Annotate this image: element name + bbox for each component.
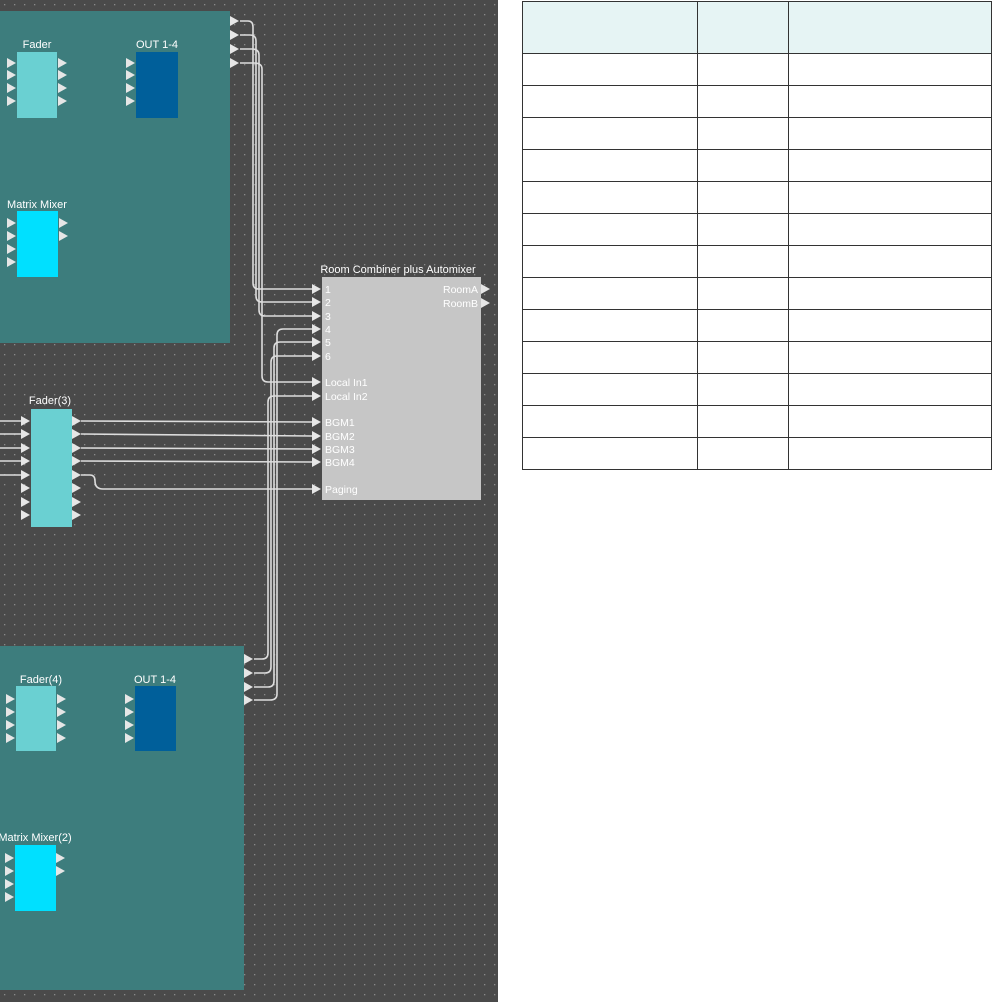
- table-cell: [522, 437, 698, 470]
- fader3-block[interactable]: [31, 409, 72, 527]
- table-cell: [522, 373, 698, 406]
- table-cell: [522, 181, 698, 214]
- table-cell: [697, 277, 789, 310]
- room-combiner-input-label: 3: [325, 311, 331, 323]
- table-body: [522, 53, 992, 470]
- table-row: [522, 341, 992, 374]
- table-header-cell: [697, 1, 789, 54]
- table-cell: [697, 373, 789, 406]
- room-combiner-input-label: BGM3: [325, 444, 355, 456]
- fader-top-block[interactable]: [17, 52, 57, 118]
- table-cell: [788, 373, 992, 406]
- table-cell: [788, 437, 992, 470]
- table-cell: [788, 117, 992, 150]
- fader4-label: Fader(4): [20, 674, 62, 686]
- room-combiner-input-label: 1: [325, 284, 331, 296]
- table-header-cell: [522, 1, 698, 54]
- table-cell: [522, 149, 698, 182]
- table-row: [522, 405, 992, 438]
- table-row: [522, 213, 992, 246]
- table-row: [522, 149, 992, 182]
- wire-fader3-to-bgm[interactable]: [80, 420, 313, 423]
- table-cell: [522, 245, 698, 278]
- table-cell: [522, 117, 698, 150]
- room-combiner-label: Room Combiner plus Automixer: [320, 264, 476, 276]
- table-cell: [522, 309, 698, 342]
- out-top-label: OUT 1-4: [136, 39, 178, 51]
- room-combiner-input-label: Local In2: [325, 391, 368, 403]
- room-combiner-input-label: 5: [325, 337, 331, 349]
- table-cell: [522, 341, 698, 374]
- table-cell: [788, 85, 992, 118]
- table-cell: [788, 149, 992, 182]
- room-combiner-input-label: 2: [325, 297, 331, 309]
- room-combiner-input-label: Local In1: [325, 377, 368, 389]
- wire-fader3-to-bgm[interactable]: [80, 460, 313, 463]
- table-cell: [522, 405, 698, 438]
- table-cell: [697, 405, 789, 438]
- matrix-mixer-bottom-block[interactable]: [15, 845, 56, 911]
- table-cell: [788, 181, 992, 214]
- table-row: [522, 85, 992, 118]
- out-top-block[interactable]: [136, 52, 178, 118]
- table-cell: [697, 53, 789, 86]
- table-cell: [522, 277, 698, 310]
- parameter-table: [522, 1, 992, 470]
- fader-top-label: Fader: [23, 39, 52, 51]
- out-bottom-label: OUT 1-4: [134, 674, 176, 686]
- table-cell: [697, 149, 789, 182]
- wire-fader3-to-bgm[interactable]: [80, 447, 313, 450]
- table-cell: [697, 437, 789, 470]
- matrix-mixer-top-block[interactable]: [17, 211, 58, 277]
- table-cell: [697, 117, 789, 150]
- table-cell: [788, 405, 992, 438]
- fader3-label: Fader(3): [29, 395, 71, 407]
- room-combiner-input-label: 4: [325, 324, 331, 336]
- table-row: [522, 117, 992, 150]
- table-row: [522, 437, 992, 470]
- room-combiner-output-label: RoomB: [443, 298, 478, 310]
- table-header-cell: [788, 1, 992, 54]
- table-row: [522, 277, 992, 310]
- table-cell: [788, 341, 992, 374]
- table-cell: [522, 85, 698, 118]
- table-cell: [788, 277, 992, 310]
- room-combiner-input-label: 6: [325, 351, 331, 363]
- table-cell: [697, 341, 789, 374]
- table-cell: [788, 213, 992, 246]
- table-row: [522, 245, 992, 278]
- table-cell: [697, 245, 789, 278]
- table-cell: [697, 309, 789, 342]
- fader4-block[interactable]: [16, 686, 56, 751]
- room-combiner-input-label: BGM4: [325, 457, 355, 469]
- design-canvas[interactable]: Fader OUT 1-4 Matrix Mixer Fader(3) Fader(4)…: [0, 0, 498, 1002]
- room-combiner-input-label: Paging: [325, 484, 358, 496]
- table-cell: [788, 309, 992, 342]
- table-cell: [697, 181, 789, 214]
- matrix-mixer-top-label: Matrix Mixer: [7, 199, 67, 211]
- table-cell: [788, 53, 992, 86]
- table-row: [522, 309, 992, 342]
- room-combiner-input-label: BGM2: [325, 431, 355, 443]
- table-cell: [697, 85, 789, 118]
- table-cell: [522, 213, 698, 246]
- room-combiner-output-label: RoomA: [443, 284, 478, 296]
- table-row: [522, 53, 992, 86]
- table-cell: [522, 53, 698, 86]
- table-row: [522, 181, 992, 214]
- out-bottom-block[interactable]: [135, 686, 176, 751]
- table-header-row: [522, 1, 992, 54]
- table-cell: [788, 245, 992, 278]
- table-cell: [697, 213, 789, 246]
- matrix-mixer-bottom-label: Matrix Mixer(2): [0, 832, 72, 844]
- room-combiner-input-label: BGM1: [325, 417, 355, 429]
- table-row: [522, 373, 992, 406]
